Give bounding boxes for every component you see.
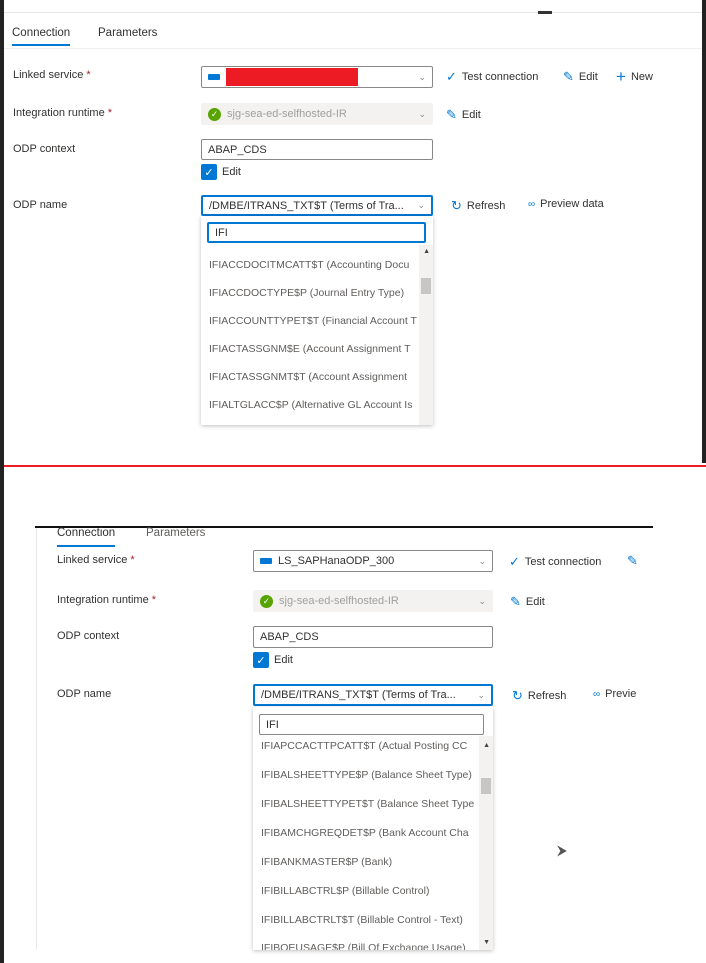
refresh-icon: ↻ (451, 198, 462, 213)
odp-search-input[interactable]: IFI (207, 222, 426, 243)
odp-name-dropdown[interactable]: /DMBE/ITRANS_TXT$T (Terms of Tra... ⌄ (253, 684, 493, 706)
preview-data-button[interactable]: ∞ Previe (593, 688, 653, 700)
check-circle-icon: ✓ (260, 594, 273, 608)
pencil-icon: ✎ (627, 553, 638, 568)
chevron-down-icon: ⌄ (418, 108, 426, 119)
odp-name-label: ODP name (57, 688, 112, 700)
edit-checkbox[interactable]: ✓ Edit (201, 164, 241, 180)
list-item[interactable]: IFIBILLABCTRL$P (Billable Control) (261, 885, 429, 897)
list-item[interactable]: IFIALTGLACC$P (Alternative GL Account Is (209, 399, 412, 411)
chevron-down-icon: ⌄ (478, 555, 486, 566)
list-body: ▲ ▼ IFIAPCCACTTPCATT$T (Actual Posting CC… (253, 736, 493, 950)
linked-service-dropdown[interactable]: LS_SAPHanaODP_300 ⌄ (253, 550, 493, 572)
odp-context-input[interactable]: ABAP_CDS (201, 139, 433, 160)
list-item[interactable]: IFIACCDOCTYPE$P (Journal Entry Type) (209, 287, 404, 299)
scrollbar[interactable]: ▲ ▼ (479, 736, 493, 950)
redaction-block (226, 68, 358, 86)
list-body: ▲ IFIACCDOCITMCATT$T (Accounting Docu IF… (201, 245, 433, 425)
tab-parameters[interactable]: Parameters (146, 527, 205, 539)
refresh-icon: ↻ (512, 688, 523, 703)
linked-service-label: Linked service * (57, 554, 135, 566)
odp-name-dropdown-list: IFI ▲ IFIACCDOCITMCATT$T (Accounting Doc… (201, 216, 433, 425)
top-divider (4, 12, 702, 13)
frame-left-line (36, 528, 37, 950)
tab-connection[interactable]: Connection (12, 27, 71, 46)
odp-search-input[interactable]: IFI (259, 714, 484, 735)
linked-service-label: Linked service * (13, 69, 91, 81)
odp-context-label: ODP context (13, 143, 76, 155)
glasses-icon: ∞ (528, 198, 536, 210)
list-item[interactable]: IFIACCDOCITMCATT$T (Accounting Docu (209, 259, 409, 271)
plug-icon: ✓ (446, 69, 457, 84)
list-item[interactable]: IFIBANKMASTER$P (Bank) (261, 856, 392, 868)
scrollbar-thumb[interactable] (481, 778, 491, 794)
scroll-up-icon[interactable]: ▲ (423, 248, 430, 255)
window-border-right (702, 0, 706, 463)
edit-runtime-button[interactable]: ✎ Edit (446, 107, 481, 123)
preview-data-button[interactable]: ∞ Preview data (528, 198, 604, 210)
list-item[interactable]: IFIAPCCACTTPCATT$T (Actual Posting CC (261, 740, 467, 752)
refresh-button[interactable]: ↻ Refresh (451, 198, 505, 214)
edit-linked-service-button[interactable]: ✎ (627, 553, 653, 569)
integration-runtime-dropdown[interactable]: ✓ sjg-sea-ed-selfhosted-IR ⌄ (253, 590, 493, 612)
sap-icon (208, 74, 220, 80)
list-item[interactable]: IFIACTASSGNM$E (Account Assignment T (209, 343, 411, 355)
linked-service-dropdown[interactable]: ⌄ (201, 66, 433, 88)
tab-connection[interactable]: Connection (57, 527, 116, 547)
list-item[interactable]: IFIBOEUSAGE$P (Bill Of Exchange Usage) (261, 942, 466, 950)
mouse-cursor-icon: ⮞ (557, 842, 568, 858)
odp-context-input[interactable]: ABAP_CDS (253, 626, 493, 648)
tab-parameters[interactable]: Parameters (98, 27, 157, 39)
integration-runtime-label: Integration runtime * (13, 107, 113, 119)
odp-name-dropdown-list: IFI ▲ ▼ IFIAPCCACTTPCATT$T (Actual Postin… (253, 707, 493, 950)
window-border-left (0, 0, 4, 963)
list-item[interactable]: IFIACCOUNTTYPET$T (Financial Account T (209, 315, 417, 327)
frame-top-line (35, 526, 653, 528)
sap-icon (260, 558, 272, 564)
chevron-down-icon: ⌄ (477, 689, 485, 700)
pencil-icon: ✎ (510, 594, 521, 609)
glasses-icon: ∞ (593, 688, 601, 700)
scrollbar-thumb[interactable] (421, 278, 431, 294)
odp-name-dropdown[interactable]: /DMBE/ITRANS_TXT$T (Terms of Tra... ⌄ (201, 195, 433, 216)
pencil-icon: ✎ (446, 107, 457, 122)
edit-linked-service-button[interactable]: ✎ Edit (563, 69, 598, 85)
plus-icon: + (616, 67, 626, 86)
chevron-down-icon: ⌄ (418, 71, 426, 82)
plug-icon: ✓ (509, 554, 520, 569)
scrollbar[interactable]: ▲ (419, 245, 433, 425)
pencil-icon: ✎ (563, 69, 574, 84)
list-item[interactable]: IFIACTASSGNMT$T (Account Assignment (209, 371, 407, 383)
checkmark-icon: ✓ (253, 652, 269, 668)
checkmark-icon: ✓ (201, 164, 217, 180)
list-item[interactable]: IFIBAMCHGREQDET$P (Bank Account Cha (261, 827, 469, 839)
chevron-down-icon: ⌄ (478, 595, 486, 606)
integration-runtime-dropdown[interactable]: ✓ sjg-sea-ed-selfhosted-IR ⌄ (201, 103, 433, 125)
edit-runtime-button[interactable]: ✎ Edit (510, 594, 545, 610)
chevron-down-icon: ⌄ (417, 200, 425, 210)
scroll-up-icon[interactable]: ▲ (483, 742, 490, 749)
resize-handle[interactable] (538, 11, 552, 14)
red-divider (4, 465, 706, 467)
edit-checkbox[interactable]: ✓ Edit (253, 652, 293, 668)
refresh-button[interactable]: ↻ Refresh (512, 688, 566, 704)
scroll-down-icon[interactable]: ▼ (483, 939, 490, 946)
new-linked-service-button[interactable]: + New (616, 67, 653, 87)
test-connection-button[interactable]: ✓ Test connection (446, 69, 538, 85)
odp-context-label: ODP context (57, 630, 120, 642)
odp-name-label: ODP name (13, 199, 68, 211)
list-item[interactable]: IFIBALSHEETTYPET$T (Balance Sheet Type (261, 798, 474, 810)
check-circle-icon: ✓ (208, 107, 221, 121)
list-item[interactable]: IFIBILLABCTRLT$T (Billable Control - Tex… (261, 914, 463, 926)
tab-divider (4, 48, 702, 49)
integration-runtime-label: Integration runtime * (57, 594, 157, 606)
test-connection-button[interactable]: ✓ Test connection (509, 554, 601, 570)
list-item[interactable]: IFIBALSHEETTYPE$P (Balance Sheet Type) (261, 769, 472, 781)
